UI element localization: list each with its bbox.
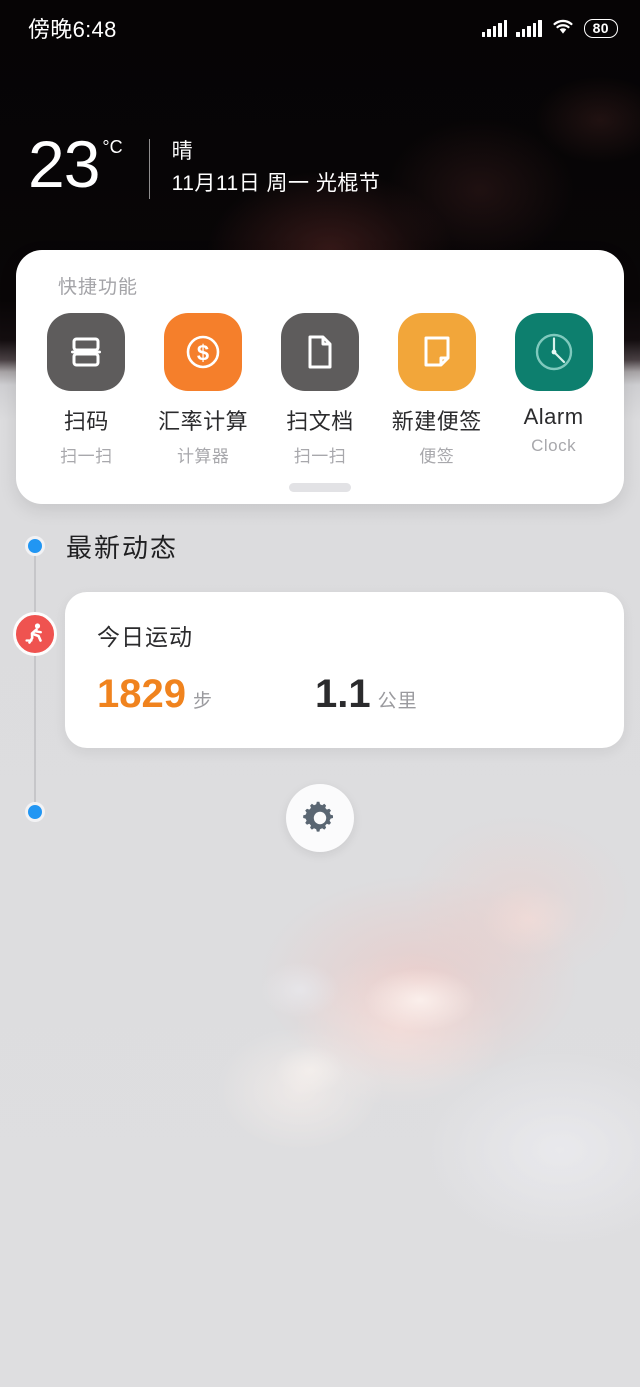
quick-item-currency-calc[interactable]: $ 汇率计算 计算器 [147, 313, 259, 467]
quick-item-label: 扫文档 [286, 409, 354, 434]
quick-item-label: 新建便签 [391, 409, 482, 434]
feed-section-title: 最新动态 [66, 533, 179, 563]
quick-item-sublabel: Clock [531, 436, 577, 455]
status-bar: 傍晚6:48 80 [0, 0, 640, 56]
temperature-unit: °C [102, 137, 123, 157]
alarm-clock-icon [514, 313, 593, 391]
document-scan-icon [280, 313, 359, 391]
phone-screen: 傍晚6:48 80 23 °C 晴 11月11日 周一 光棍节 快捷功能 扫码 … [0, 0, 640, 1387]
today-exercise-card[interactable]: 今日运动 1829 步 1.1 公里 [65, 592, 624, 748]
quick-functions-card: 快捷功能 扫码 扫一扫 $ 汇率计算 计算器 扫文档 扫一扫 新建便签 便签 A… [16, 250, 624, 504]
cellular-signal-icon [481, 19, 508, 37]
quick-item-sublabel: 计算器 [176, 447, 230, 466]
currency-dollar-icon: $ [164, 313, 243, 391]
stat-distance: 1.1 公里 [315, 672, 418, 717]
quick-item-sublabel: 扫一扫 [293, 447, 347, 466]
battery-indicator: 80 [583, 18, 618, 38]
distance-value: 1.1 [315, 672, 371, 716]
steps-value: 1829 [97, 672, 186, 716]
quick-item-scan-code[interactable]: 扫码 扫一扫 [30, 313, 142, 467]
quick-item-label: Alarm [523, 404, 584, 429]
quick-item-alarm-clock[interactable]: Alarm Clock [498, 313, 610, 456]
sticky-note-icon [397, 313, 476, 391]
temperature-value: 23 [28, 127, 100, 201]
quick-item-new-note[interactable]: 新建便签 便签 [381, 313, 493, 467]
timeline-dot-top [25, 536, 45, 556]
quick-functions-title: 快捷功能 [58, 277, 139, 298]
weather-condition: 晴 [171, 140, 194, 163]
temperature-group: 23 °C [28, 127, 123, 201]
timeline-dot-bottom [25, 802, 45, 822]
weather-details: 晴 11月11日 周一 光棍节 [172, 133, 381, 199]
wallpaper-light-blobs [0, 860, 640, 1280]
quick-item-sublabel: 便签 [419, 447, 455, 466]
gear-icon [303, 801, 333, 832]
settings-button[interactable] [286, 784, 354, 852]
status-bar-time: 傍晚6:48 [28, 17, 117, 42]
weather-divider [148, 139, 150, 199]
running-person-icon [13, 612, 57, 656]
exercise-card-title: 今日运动 [97, 624, 193, 650]
quick-item-scan-document[interactable]: 扫文档 扫一扫 [264, 313, 376, 467]
quick-functions-grid: 扫码 扫一扫 $ 汇率计算 计算器 扫文档 扫一扫 新建便签 便签 Alarm … [28, 313, 612, 467]
status-bar-icons: 80 [481, 17, 618, 40]
quick-item-label: 扫码 [63, 409, 109, 434]
weather-widget[interactable]: 23 °C 晴 11月11日 周一 光棍节 [28, 127, 381, 201]
distance-unit: 公里 [377, 691, 418, 712]
quick-item-sublabel: 扫一扫 [60, 447, 113, 466]
quick-item-label: 汇率计算 [158, 409, 249, 434]
exercise-stats-row: 1829 步 1.1 公里 [97, 672, 624, 717]
svg-text:$: $ [197, 341, 209, 366]
wifi-icon [551, 17, 575, 40]
scan-code-icon [47, 313, 126, 391]
weather-date: 11月11日 周一 光棍节 [171, 171, 381, 195]
cellular-signal-icon [516, 19, 542, 37]
card-drag-handle[interactable] [289, 483, 351, 492]
timeline-track [34, 548, 36, 814]
stat-steps: 1829 步 [97, 672, 213, 717]
steps-unit: 步 [192, 691, 213, 712]
